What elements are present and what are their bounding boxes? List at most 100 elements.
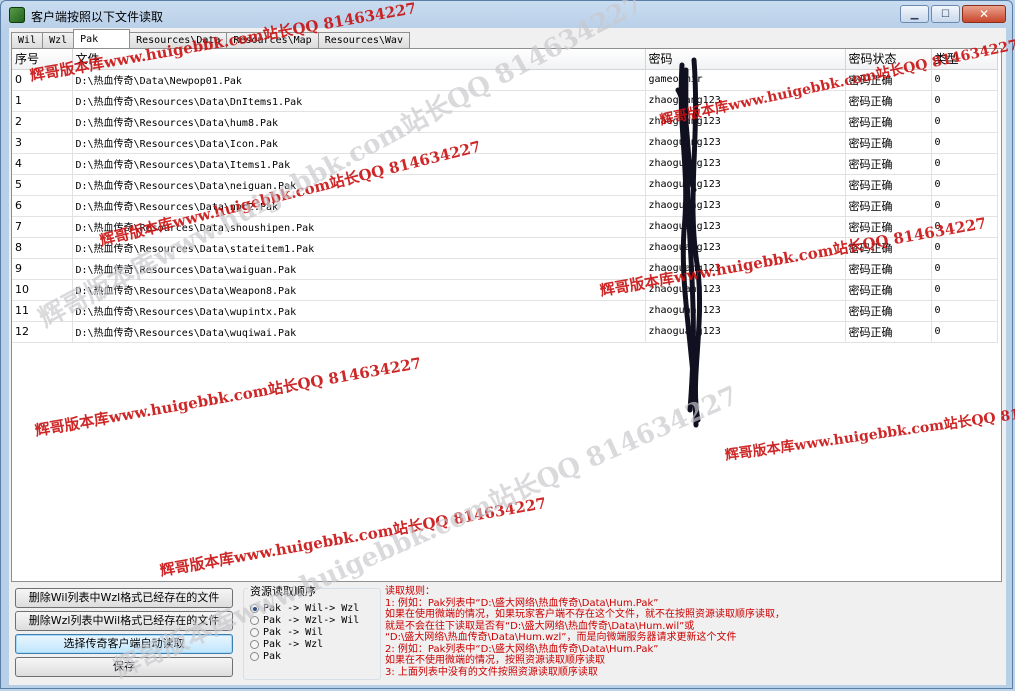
window-controls: ▁ ☐ ✕ <box>900 5 1006 23</box>
order-option-label: Pak -> Wil <box>263 627 324 638</box>
bottom-panel: 删除Wil列表中Wzl格式已经存在的文件 删除Wzl列表中Wil格式已经存在的文… <box>11 583 1002 684</box>
cell-file: D:\热血传奇\Resources\Data\neiguan.Pak <box>72 174 646 196</box>
cell-file: D:\热血传奇\Resources\Data\hum8.Pak <box>72 111 646 133</box>
cell-password-status: 密码正确 <box>845 258 932 280</box>
tab-resources-wav[interactable]: Resources\Wav <box>317 32 410 48</box>
window-title: 客户端按照以下文件读取 <box>31 10 164 24</box>
tab-pak[interactable]: Pak <box>73 29 131 48</box>
cell-type: 0 <box>931 237 998 259</box>
tab-resources-data[interactable]: Resources\Data <box>129 32 228 48</box>
cell-password-status: 密码正确 <box>845 321 932 343</box>
column-header-file[interactable]: 文件 <box>72 49 646 70</box>
table-row[interactable]: 0 D:\热血传奇\Data\Newpop01.Pak gameofmir 密码正确 0 <box>12 69 998 91</box>
cell-password-status: 密码正确 <box>845 153 932 175</box>
cell-index: 12 <box>12 321 73 343</box>
cell-password-status: 密码正确 <box>845 111 932 133</box>
resource-order-group: 资源读取顺序 Pak -> Wil-> Wzl Pak -> Wzl-> Wil… <box>243 583 381 680</box>
save-button[interactable]: 保存 <box>15 657 233 677</box>
order-option-pak[interactable]: Pak <box>250 651 281 662</box>
read-rules-line: 3: 上面列表中没有的文件按照资源读取顺序读取 <box>385 666 598 678</box>
table-row[interactable]: 12 D:\热血传奇\Resources\Data\wuqiwai.Pak zhao… <box>12 321 998 343</box>
cell-file: D:\热血传奇\Resources\Data\waiguan.Pak <box>72 258 646 280</box>
cell-index: 7 <box>12 216 73 238</box>
close-icon[interactable]: ✕ <box>962 5 1006 23</box>
cell-index: 11 <box>12 300 73 322</box>
cell-password-status: 密码正确 <box>845 216 932 238</box>
title-bar[interactable]: 客户端按照以下文件读取 ▁ ☐ ✕ <box>1 1 1012 29</box>
table-row[interactable]: 1 D:\热血传奇\Resources\Data\DnItems1.Pak zhao… <box>12 90 998 112</box>
column-header-password-status[interactable]: 密码状态 <box>845 49 932 70</box>
cell-file: D:\热血传奇\Resources\Data\DnItems1.Pak <box>72 90 646 112</box>
cell-file: D:\热血传奇\Resources\Data\Icon.Pak <box>72 132 646 154</box>
column-header-index[interactable]: 序号 <box>12 49 73 70</box>
radio-icon[interactable] <box>250 640 259 649</box>
cell-password-status: 密码正确 <box>845 300 932 322</box>
order-option-pak-wzl-wil[interactable]: Pak -> Wzl-> Wil <box>250 615 359 626</box>
cell-password-status: 密码正确 <box>845 279 932 301</box>
app-icon <box>9 7 25 23</box>
client-area: Wil Wzl Pak Resources\Data Resources\Map… <box>9 28 1006 685</box>
cell-file: D:\热血传奇\Resources\Data\stateitem1.Pak <box>72 237 646 259</box>
cell-index: 10 <box>12 279 73 301</box>
radio-icon[interactable] <box>250 628 259 637</box>
read-rules-text: 读取规则： 1: 例如：Pak列表中“D:\盛大网络\热血传奇\Data\Hum… <box>385 586 1000 678</box>
cell-password-status: 密码正确 <box>845 174 932 196</box>
cell-file: D:\热血传奇\Resources\Data\Items1.Pak <box>72 153 646 175</box>
cell-index: 0 <box>12 69 73 91</box>
table-row[interactable]: 3 D:\热血传奇\Resources\Data\Icon.Pak zhaoguan… <box>12 132 998 154</box>
cell-password-status: 密码正确 <box>845 132 932 154</box>
table-row[interactable]: 5 D:\热血传奇\Resources\Data\neiguan.Pak zhaog… <box>12 174 998 196</box>
delete-wil-duplicates-button[interactable]: 删除Wil列表中Wzl格式已经存在的文件 <box>15 588 233 608</box>
table-row[interactable]: 9 D:\热血传奇\Resources\Data\waiguan.Pak zhaog… <box>12 258 998 280</box>
cell-type: 0 <box>931 300 998 322</box>
tab-resources-map[interactable]: Resources\Map <box>226 32 319 48</box>
redaction-scribble <box>675 57 703 428</box>
table-row[interactable]: 11 D:\热血传奇\Resources\Data\wupintx.Pak zhao… <box>12 300 998 322</box>
column-header-type[interactable]: 类型 <box>931 49 998 70</box>
cell-type: 0 <box>931 258 998 280</box>
cell-type: 0 <box>931 90 998 112</box>
cell-index: 8 <box>12 237 73 259</box>
cell-type: 0 <box>931 174 998 196</box>
read-rules-title: 读取规则： <box>385 586 435 597</box>
radio-selected-icon[interactable] <box>250 604 259 613</box>
minimize-icon[interactable]: ▁ <box>900 5 929 23</box>
order-option-label: Pak -> Wzl-> Wil <box>263 615 360 626</box>
cell-type: 0 <box>931 132 998 154</box>
table-header: 序号 文件 密码 密码状态 类型 <box>12 49 998 70</box>
table-row[interactable]: 6 D:\热血传奇\Resources\Data\npc2.Pak zhaoguan… <box>12 195 998 217</box>
radio-icon[interactable] <box>250 652 259 661</box>
auto-read-client-button[interactable]: 选择传奇客户端自动读取 <box>15 634 233 654</box>
order-option-pak-wzl[interactable]: Pak -> Wzl <box>250 639 323 650</box>
cell-type: 0 <box>931 69 998 91</box>
read-rules-line: “D:\盛大网络\热血传奇\Data\Hum.wzl”，而是向微端服务器请求更新… <box>385 632 737 643</box>
tab-wil[interactable]: Wil <box>11 32 44 48</box>
order-option-label: Pak -> Wzl <box>263 639 324 650</box>
read-rules-line: 如果在使用微端的情况，如果玩家客户端不存在这个文件，就不在按照资源读取顺序读取， <box>385 609 785 620</box>
table-row[interactable]: 2 D:\热血传奇\Resources\Data\hum8.Pak zhaoguan… <box>12 111 998 133</box>
order-option-label: Pak -> Wil-> Wzl <box>263 603 360 614</box>
table-row[interactable]: 8 D:\热血传奇\Resources\Data\stateitem1.Pak zh… <box>12 237 998 259</box>
cell-index: 4 <box>12 153 73 175</box>
tab-strip: Wil Wzl Pak Resources\Data Resources\Map… <box>11 29 410 48</box>
maximize-icon[interactable]: ☐ <box>931 5 960 23</box>
delete-wzl-duplicates-button[interactable]: 删除Wzl列表中Wil格式已经存在的文件 <box>15 611 233 631</box>
order-option-pak-wil-wzl[interactable]: Pak -> Wil-> Wzl <box>250 603 359 614</box>
tab-wzl[interactable]: Wzl <box>42 32 75 48</box>
cell-file: D:\热血传奇\Data\Newpop01.Pak <box>72 69 646 91</box>
order-option-label: Pak <box>263 651 282 662</box>
cell-file: D:\热血传奇\Resources\Data\wupintx.Pak <box>72 300 646 322</box>
order-option-pak-wil[interactable]: Pak -> Wil <box>250 627 323 638</box>
table-row[interactable]: 10 D:\热血传奇\Resources\Data\Weapon8.Pak zhao… <box>12 279 998 301</box>
cell-type: 0 <box>931 321 998 343</box>
radio-icon[interactable] <box>250 616 259 625</box>
cell-index: 3 <box>12 132 73 154</box>
cell-file: D:\热血传奇\Resources\Data\npc2.Pak <box>72 195 646 217</box>
table-row[interactable]: 7 D:\热血传奇\Resources\Data\shoushipen.Pak zh… <box>12 216 998 238</box>
cell-file: D:\热血传奇\Resources\Data\wuqiwai.Pak <box>72 321 646 343</box>
read-rules-line: 1: 例如：Pak列表中“D:\盛大网络\热血传奇\Data\Hum.Pak” <box>385 597 659 609</box>
cell-password-status: 密码正确 <box>845 90 932 112</box>
cell-password-status: 密码正确 <box>845 69 932 91</box>
file-list-grid[interactable]: 序号 文件 密码 密码状态 类型 0 D:\热血传奇\Data\Newpop01.… <box>11 48 1002 582</box>
table-row[interactable]: 4 D:\热血传奇\Resources\Data\Items1.Pak zhaogu… <box>12 153 998 175</box>
